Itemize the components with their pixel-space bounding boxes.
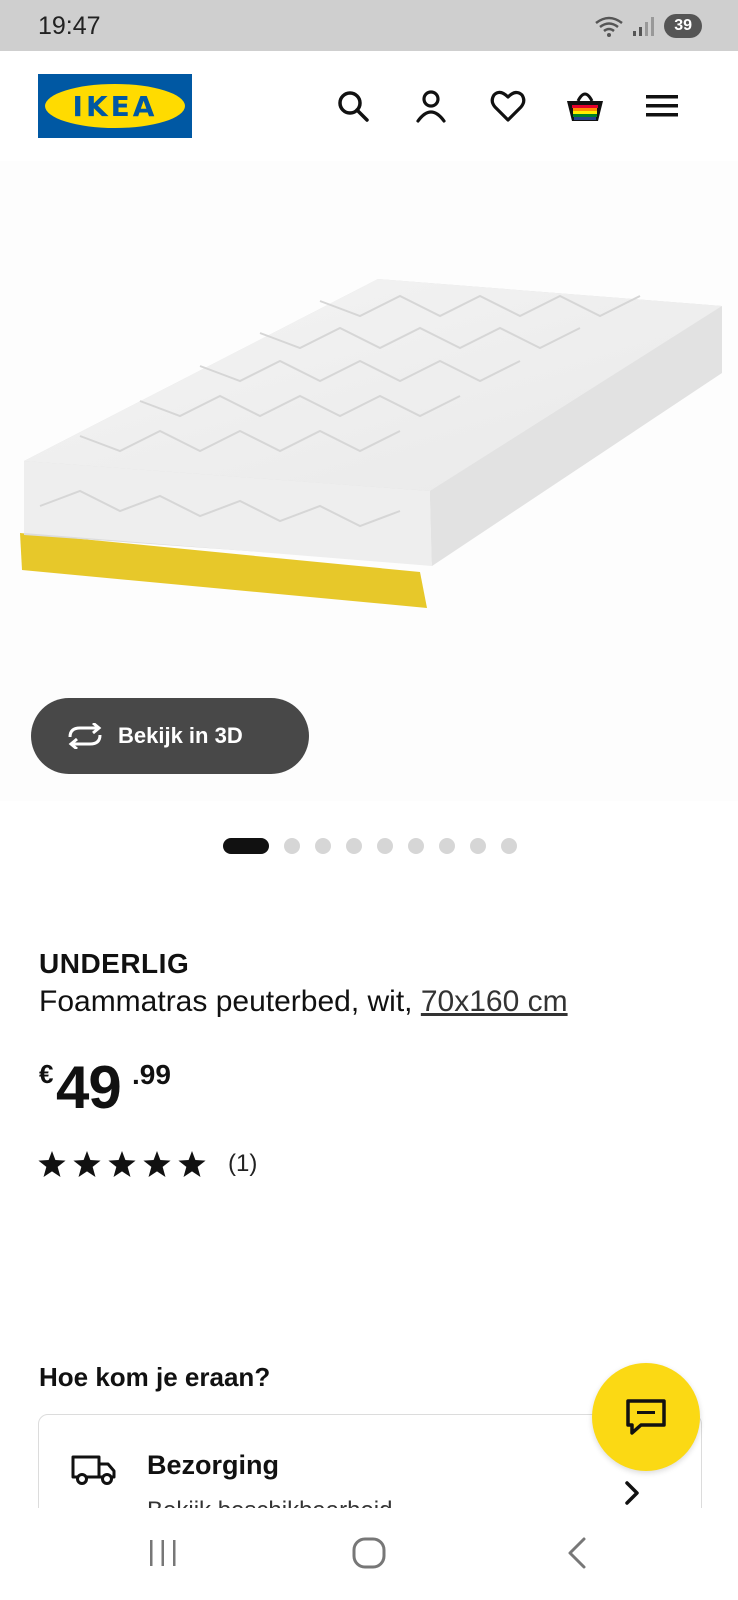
account-icon[interactable] bbox=[411, 86, 451, 126]
product-name: UNDERLIG bbox=[39, 948, 190, 979]
site-header: IKEA bbox=[0, 51, 738, 161]
chat-icon bbox=[626, 1399, 666, 1435]
star-icon bbox=[143, 1151, 171, 1177]
product-description: Foammatras peuterbed, wit, 70x160 cm bbox=[39, 985, 568, 1019]
menu-icon[interactable] bbox=[642, 86, 682, 126]
carousel-dot[interactable] bbox=[377, 838, 393, 854]
logo-text: IKEA bbox=[72, 89, 158, 123]
recent-apps-icon[interactable] bbox=[133, 1528, 193, 1578]
status-time: 19:47 bbox=[38, 12, 101, 40]
back-icon[interactable] bbox=[547, 1528, 607, 1578]
carousel-dot[interactable] bbox=[284, 838, 300, 854]
product-rating[interactable]: (1) bbox=[38, 1150, 257, 1178]
product-image[interactable]: Bekijk in 3D bbox=[0, 161, 738, 801]
status-icons: 39 bbox=[594, 14, 702, 38]
logo-oval: IKEA bbox=[45, 84, 185, 128]
view-3d-button[interactable]: Bekijk in 3D bbox=[31, 698, 309, 774]
carousel-dot[interactable] bbox=[501, 838, 517, 854]
price-currency: € bbox=[39, 1059, 54, 1089]
chevron-right-icon bbox=[625, 1481, 639, 1505]
shopping-bag-icon[interactable] bbox=[565, 86, 605, 126]
carousel-dot[interactable] bbox=[408, 838, 424, 854]
product-size-link[interactable]: 70x160 cm bbox=[421, 985, 568, 1018]
delivery-card-title: Bezorging bbox=[147, 1450, 279, 1480]
view-3d-label: Bekijk in 3D bbox=[118, 723, 243, 748]
truck-icon bbox=[71, 1455, 116, 1485]
carousel-dot[interactable] bbox=[315, 838, 331, 854]
wifi-icon bbox=[595, 16, 623, 37]
search-icon[interactable] bbox=[333, 86, 373, 126]
heart-icon[interactable] bbox=[488, 86, 528, 126]
star-icon bbox=[178, 1151, 206, 1177]
price-decimal: .99 bbox=[132, 1059, 171, 1090]
star-icon bbox=[108, 1151, 136, 1177]
rating-count: (1) bbox=[228, 1150, 258, 1177]
ikea-logo[interactable]: IKEA bbox=[38, 74, 192, 138]
rating-stars bbox=[38, 1151, 206, 1177]
price-integer: 49 bbox=[56, 1054, 122, 1121]
chat-button[interactable] bbox=[592, 1363, 700, 1471]
product-description-text: Foammatras peuterbed, wit, bbox=[39, 985, 413, 1018]
system-navigation-bar bbox=[0, 1508, 738, 1600]
carousel-dot[interactable] bbox=[346, 838, 362, 854]
rotate-3d-icon bbox=[68, 723, 102, 749]
carousel-dot[interactable] bbox=[223, 838, 269, 854]
star-icon bbox=[38, 1151, 66, 1177]
home-icon[interactable] bbox=[339, 1528, 399, 1578]
status-bar: 19:47 39 bbox=[0, 0, 738, 51]
battery-indicator: 39 bbox=[664, 14, 702, 38]
carousel-dot[interactable] bbox=[470, 838, 486, 854]
carousel-dot[interactable] bbox=[439, 838, 455, 854]
signal-icon bbox=[633, 17, 655, 36]
star-icon bbox=[73, 1151, 101, 1177]
carousel-indicator bbox=[0, 836, 738, 854]
delivery-section-title: Hoe kom je eraan? bbox=[39, 1362, 271, 1392]
